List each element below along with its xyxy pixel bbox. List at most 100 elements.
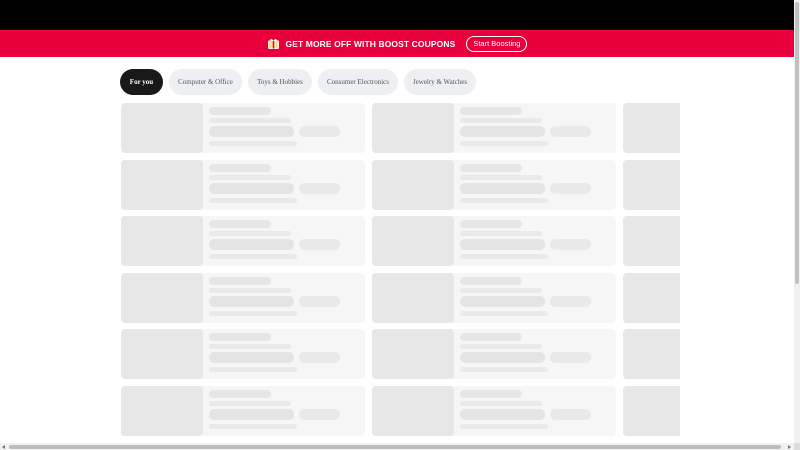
text-placeholder: [460, 254, 548, 260]
image-placeholder: [372, 216, 454, 267]
promo-content: GET MORE OFF WITH BOOST COUPONS Start Bo…: [267, 35, 528, 52]
text-placeholder: [460, 367, 548, 373]
text-placeholder: [460, 220, 522, 229]
product-card-skeleton: [372, 272, 616, 323]
product-card-skeleton: [372, 159, 616, 210]
text-placeholder: [209, 344, 291, 350]
text-placeholder: [209, 174, 291, 180]
vertical-scrollbar-thumb[interactable]: [795, 2, 799, 284]
top-bar: [0, 0, 794, 30]
text-placeholder: [209, 295, 294, 307]
tab-computer-office[interactable]: Computer & Office: [169, 69, 242, 95]
text-placeholder: [460, 401, 542, 406]
text-placeholder: [550, 182, 591, 194]
text-placeholder: [460, 107, 522, 115]
tab-toys-hobbies[interactable]: Toys & Hobbies: [248, 69, 312, 95]
product-card-skeleton: [121, 103, 365, 153]
image-placeholder: [372, 159, 454, 210]
product-card-skeleton: [623, 386, 680, 436]
text-placeholder: [209, 310, 297, 316]
text-placeholder: [460, 163, 522, 172]
product-card-skeleton: [372, 386, 616, 436]
image-placeholder: [623, 272, 680, 323]
product-card-skeleton: [121, 272, 365, 323]
text-placeholder: [209, 352, 294, 364]
text-placeholder: [460, 126, 545, 137]
text-placeholder: [460, 118, 542, 123]
gift-coupon-icon: [267, 38, 279, 49]
text-placeholder: [460, 424, 548, 429]
text-placeholder: [209, 231, 291, 237]
text-placeholder: [299, 126, 340, 137]
product-card-skeleton: [623, 272, 680, 323]
text-placeholder: [550, 409, 591, 420]
image-placeholder: [121, 159, 203, 210]
text-placeholder: [460, 197, 548, 203]
image-placeholder: [372, 386, 454, 436]
image-placeholder: [121, 386, 203, 436]
product-card-skeleton: [121, 329, 365, 380]
product-card-skeleton: [623, 329, 680, 380]
image-placeholder: [372, 272, 454, 323]
text-placeholder: [460, 231, 542, 237]
text-placeholder: [209, 107, 271, 115]
image-placeholder: [623, 216, 680, 267]
product-grid-skeleton: [121, 103, 680, 437]
start-boosting-button[interactable]: Start Boosting: [466, 35, 528, 52]
text-placeholder: [299, 409, 340, 420]
tab-for-you[interactable]: For you: [120, 69, 163, 95]
text-placeholder: [209, 333, 271, 342]
tab-jewelry-watches[interactable]: Jewelry & Watches: [404, 69, 476, 95]
text-placeholder: [209, 118, 291, 123]
text-placeholder: [460, 276, 522, 285]
product-card-skeleton: [372, 216, 616, 267]
vertical-scrollbar[interactable]: [794, 0, 800, 443]
image-placeholder: [372, 103, 454, 153]
product-card-skeleton: [121, 386, 365, 436]
product-card-skeleton: [623, 103, 680, 153]
text-placeholder: [209, 197, 297, 203]
text-placeholder: [209, 424, 297, 429]
scroll-right-arrow-icon[interactable]: [788, 445, 791, 449]
text-placeholder: [209, 126, 294, 137]
text-placeholder: [209, 401, 291, 406]
text-placeholder: [550, 126, 591, 137]
image-placeholder: [372, 329, 454, 380]
text-placeholder: [460, 310, 548, 316]
horizontal-scrollbar[interactable]: [0, 443, 794, 450]
text-placeholder: [460, 295, 545, 307]
text-placeholder: [209, 163, 271, 172]
image-placeholder: [121, 216, 203, 267]
text-placeholder: [460, 239, 545, 251]
product-card-skeleton: [623, 159, 680, 210]
text-placeholder: [209, 390, 271, 398]
text-placeholder: [550, 295, 591, 307]
image-placeholder: [623, 329, 680, 380]
tab-consumer-electronics[interactable]: Consumer Electronics: [318, 69, 398, 95]
text-placeholder: [209, 287, 291, 293]
text-placeholder: [460, 409, 545, 420]
promo-text: GET MORE OFF WITH BOOST COUPONS: [285, 38, 456, 49]
image-placeholder: [121, 329, 203, 380]
product-card-skeleton: [372, 103, 616, 153]
text-placeholder: [209, 141, 297, 146]
text-placeholder: [460, 344, 542, 350]
text-placeholder: [299, 352, 340, 364]
text-placeholder: [209, 182, 294, 194]
scroll-left-arrow-icon[interactable]: [2, 445, 5, 449]
text-placeholder: [209, 254, 297, 260]
product-card-skeleton: [372, 329, 616, 380]
text-placeholder: [209, 276, 271, 285]
text-placeholder: [209, 239, 294, 251]
text-placeholder: [460, 333, 522, 342]
horizontal-scrollbar-thumb[interactable]: [9, 445, 781, 449]
image-placeholder: [623, 386, 680, 436]
image-placeholder: [623, 159, 680, 210]
text-placeholder: [460, 352, 545, 364]
text-placeholder: [550, 239, 591, 251]
promo-banner[interactable]: GET MORE OFF WITH BOOST COUPONS Start Bo…: [0, 30, 794, 57]
text-placeholder: [299, 239, 340, 251]
text-placeholder: [550, 352, 591, 364]
text-placeholder: [209, 409, 294, 420]
text-placeholder: [209, 220, 271, 229]
